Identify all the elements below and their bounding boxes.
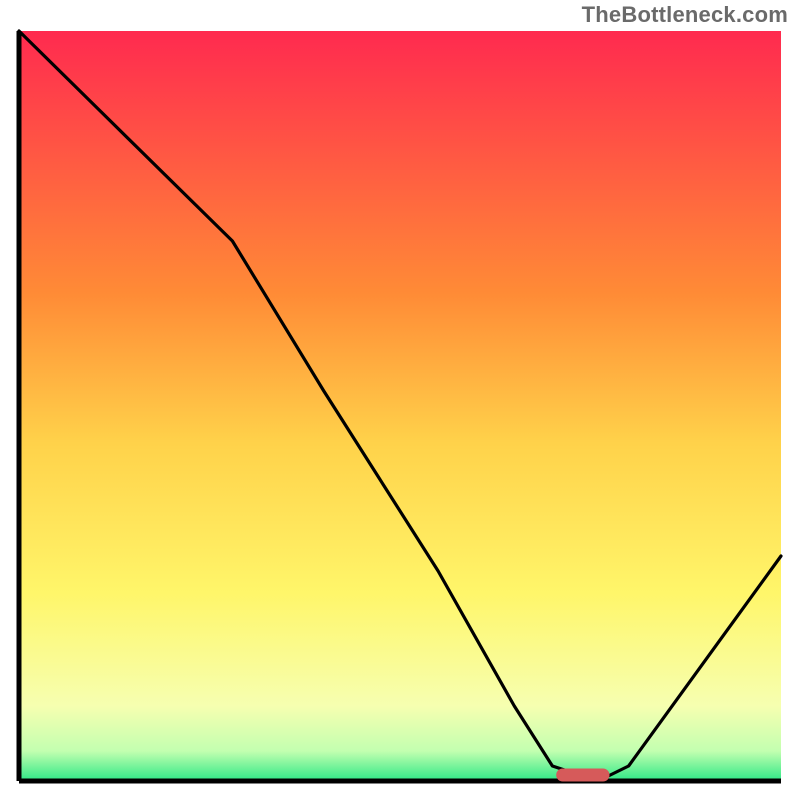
optimum-marker: [556, 769, 609, 782]
chart-area: [16, 28, 784, 784]
watermark-text: TheBottleneck.com: [582, 2, 788, 28]
chart-svg: [16, 28, 784, 784]
